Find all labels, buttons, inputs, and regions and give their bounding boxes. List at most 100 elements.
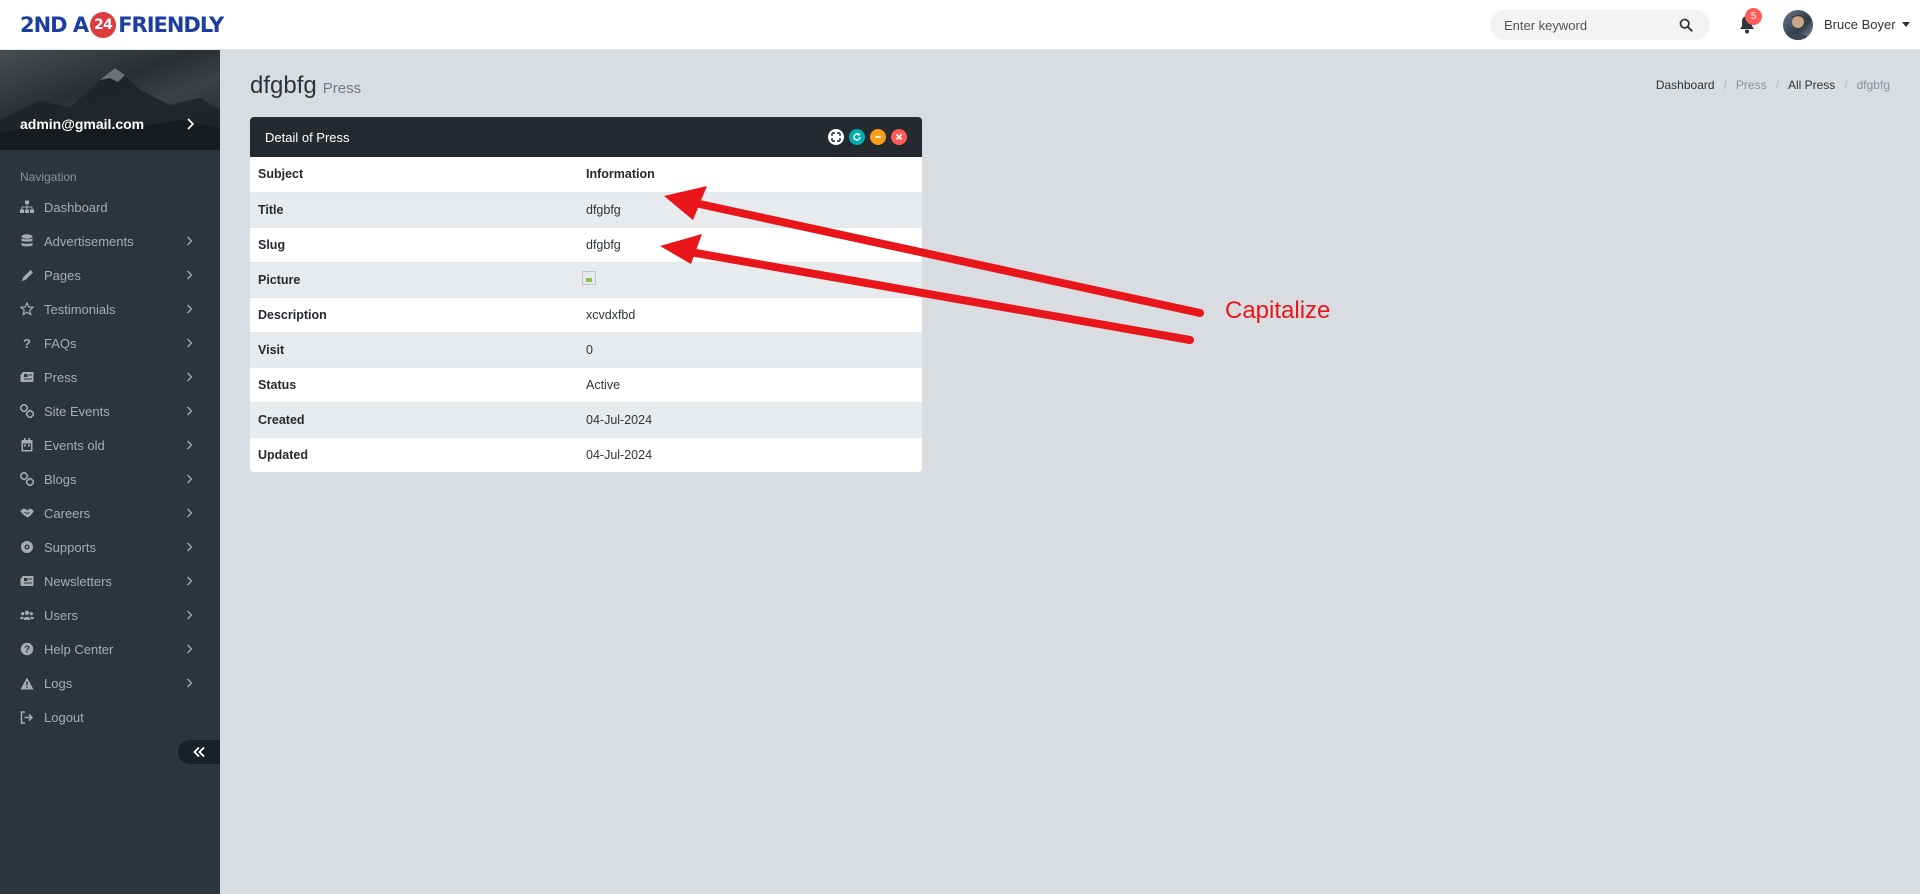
row-subject: Created xyxy=(250,401,578,437)
sidebar-item-advertisements[interactable]: Advertisements xyxy=(0,224,220,258)
page-title: dfgbfg Press xyxy=(250,72,361,100)
sidebar-item-label: Site Events xyxy=(44,403,110,419)
logout-icon xyxy=(20,710,34,724)
sidebar-item-label: Help Center xyxy=(44,641,114,657)
nav-header: Navigation xyxy=(20,170,77,184)
chevron-right-icon xyxy=(187,474,193,484)
database-icon xyxy=(20,234,34,248)
annotation-label: Capitalize xyxy=(1225,297,1331,324)
link-icon xyxy=(20,472,34,486)
avatar[interactable] xyxy=(1783,10,1813,40)
site-logo[interactable]: 2ND A 24 FRIENDLY xyxy=(20,12,224,38)
table-row: Title dfgbfg xyxy=(250,191,922,227)
row-subject: Picture xyxy=(250,261,578,297)
panel-title: Detail of Press xyxy=(265,129,350,145)
sidebar-item-label: Events old xyxy=(44,437,105,453)
expand-icon xyxy=(831,132,841,142)
logo-text-left: 2ND A xyxy=(20,13,89,37)
sidebar-item-label: Users xyxy=(44,607,78,623)
chevron-right-icon xyxy=(187,440,193,450)
sidebar-item-newsletters[interactable]: Newsletters xyxy=(0,564,220,598)
chevron-right-icon xyxy=(187,678,193,688)
sidebar-profile[interactable]: admin@gmail.com xyxy=(0,50,220,150)
double-chevron-left-icon xyxy=(193,746,205,758)
row-value: 0 xyxy=(578,331,922,367)
column-header-information: Information xyxy=(586,167,655,182)
breadcrumb-press[interactable]: Press xyxy=(1736,78,1767,92)
users-icon xyxy=(20,608,34,622)
sidebar-item-press[interactable]: Press xyxy=(0,360,220,394)
chevron-right-icon xyxy=(187,644,193,654)
row-value: 04-Jul-2024 xyxy=(578,436,922,472)
detail-table: Subject Information Title dfgbfg Slug df… xyxy=(250,157,922,472)
search-input[interactable] xyxy=(1504,17,1679,33)
breadcrumb-separator: / xyxy=(1775,78,1779,92)
pencil-icon xyxy=(20,268,34,282)
user-menu[interactable]: Bruce Boyer xyxy=(1824,17,1910,32)
row-value: xcvdxfbd xyxy=(578,296,922,332)
table-row: Updated 04-Jul-2024 xyxy=(250,436,922,472)
sidebar-item-dashboard[interactable]: Dashboard xyxy=(0,190,220,224)
panel-heading: Detail of Press xyxy=(250,117,922,157)
chevron-right-icon xyxy=(187,542,193,552)
svg-text:?: ? xyxy=(24,645,30,656)
row-value xyxy=(578,261,922,297)
row-value: dfgbfg xyxy=(578,226,922,262)
row-value: dfgbfg xyxy=(578,191,922,227)
table-row: Slug dfgbfg xyxy=(250,226,922,262)
handshake-icon xyxy=(20,506,34,520)
chevron-right-icon xyxy=(187,576,193,586)
sidebar-item-testimonials[interactable]: Testimonials xyxy=(0,292,220,326)
table-row: Picture xyxy=(250,261,922,297)
minus-icon xyxy=(875,136,881,138)
sidebar: admin@gmail.com Navigation Dashboard Adv… xyxy=(0,50,220,894)
caret-down-icon xyxy=(1901,22,1910,27)
breadcrumb-dashboard[interactable]: Dashboard xyxy=(1656,78,1715,92)
question-circle-icon: ? xyxy=(20,642,34,656)
row-subject: Status xyxy=(250,366,578,402)
sidebar-item-label: Dashboard xyxy=(44,199,108,215)
table-row: Status Active xyxy=(250,366,922,402)
chevron-right-icon xyxy=(187,304,193,314)
star-icon xyxy=(20,302,34,316)
logo-badge: 24 xyxy=(90,12,117,38)
sidebar-item-pages[interactable]: Pages xyxy=(0,258,220,292)
sidebar-item-site-events[interactable]: Site Events xyxy=(0,394,220,428)
profile-cover-image xyxy=(0,68,220,150)
sidebar-item-label: Supports xyxy=(44,539,97,555)
sidebar-item-supports[interactable]: Supports xyxy=(0,530,220,564)
broken-image-icon xyxy=(582,271,596,285)
sidebar-item-logs[interactable]: Logs xyxy=(0,666,220,700)
table-header-row: Subject Information xyxy=(250,157,922,192)
sidebar-item-label: Logout xyxy=(44,709,84,725)
chevron-right-icon xyxy=(187,372,193,382)
reload-button[interactable] xyxy=(849,129,865,145)
sidebar-item-label: FAQs xyxy=(44,335,77,351)
warning-icon xyxy=(20,676,34,690)
column-header-subject: Subject xyxy=(258,167,304,182)
top-header: 2ND A 24 FRIENDLY 5 Bruce Boyer xyxy=(0,0,1920,50)
sidebar-item-logout[interactable]: Logout xyxy=(0,700,220,734)
sidebar-item-users[interactable]: Users xyxy=(0,598,220,632)
remove-button[interactable] xyxy=(891,129,907,145)
sidebar-item-label: Advertisements xyxy=(44,233,134,249)
sidebar-collapse-button[interactable] xyxy=(178,740,220,764)
sidebar-item-label: Newsletters xyxy=(44,573,112,589)
sidebar-item-help-center[interactable]: ? Help Center xyxy=(0,632,220,666)
expand-button[interactable] xyxy=(828,129,844,145)
collapse-button[interactable] xyxy=(870,129,886,145)
calendar-icon xyxy=(20,438,34,452)
reload-icon xyxy=(853,132,861,141)
chevron-right-icon xyxy=(187,270,193,280)
breadcrumb-all-press[interactable]: All Press xyxy=(1788,78,1835,92)
sidebar-item-careers[interactable]: Careers xyxy=(0,496,220,530)
sidebar-item-events-old[interactable]: Events old xyxy=(0,428,220,462)
sidebar-item-blogs[interactable]: Blogs xyxy=(0,462,220,496)
sidebar-item-faqs[interactable]: ? FAQs xyxy=(0,326,220,360)
chevron-right-icon xyxy=(187,338,193,348)
panel-buttons xyxy=(828,129,907,145)
chevron-right-icon xyxy=(187,406,193,416)
sidebar-item-label: Logs xyxy=(44,675,73,691)
search-icon[interactable] xyxy=(1679,18,1693,32)
row-subject: Slug xyxy=(250,226,578,262)
